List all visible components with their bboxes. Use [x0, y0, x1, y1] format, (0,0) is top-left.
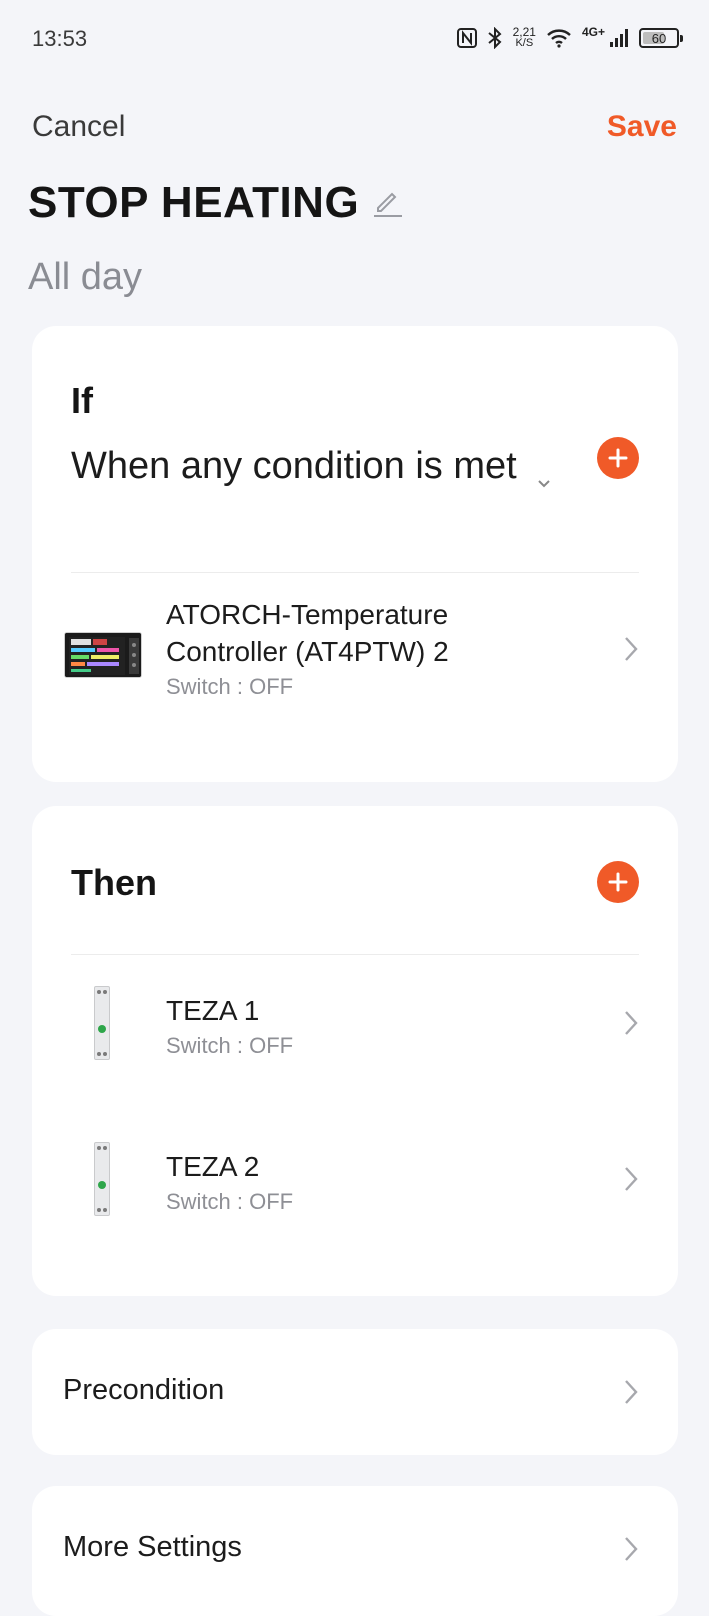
action-item[interactable]: TEZA 2 Switch : OFF: [32, 1112, 678, 1262]
plus-icon: [608, 872, 628, 892]
then-heading: Then: [71, 862, 157, 903]
status-icons: 2,21 K/S 4G+ 60: [456, 24, 683, 52]
chevron-right-icon: [624, 1010, 638, 1041]
action-item-text: TEZA 1 Switch : OFF: [166, 992, 293, 1059]
condition-device-name: ATORCH-Temperature Controller (AT4PTW) 2: [166, 599, 449, 667]
edit-icon[interactable]: [372, 186, 404, 223]
condition-mode-select[interactable]: When any condition is met: [71, 442, 551, 490]
add-condition-button[interactable]: [597, 437, 639, 479]
temperature-controller-thumbnail: [64, 632, 142, 678]
status-time: 13:53: [32, 26, 88, 51]
add-action-button[interactable]: [597, 861, 639, 903]
chevron-right-icon: [624, 1536, 638, 1567]
condition-device-status: Switch : OFF: [166, 674, 294, 699]
breaker-thumbnail: [94, 1142, 110, 1216]
page-title: STOP HEATING: [28, 178, 360, 227]
condition-item-text: ATORCH-Temperature Controller (AT4PTW) 2…: [166, 596, 506, 700]
if-card: If When any condition is met ATORCH-Temp…: [32, 326, 678, 782]
plus-icon: [608, 448, 628, 468]
precondition-row[interactable]: Precondition: [32, 1329, 678, 1455]
network-type: 4G+: [581, 25, 605, 39]
more-settings-row[interactable]: More Settings: [32, 1486, 678, 1616]
cancel-button[interactable]: Cancel: [32, 110, 125, 144]
network-speed: 2,21 K/S: [513, 26, 536, 49]
more-settings-label: More Settings: [63, 1531, 242, 1563]
breaker-thumbnail: [94, 986, 110, 1060]
action-device-name: TEZA 1: [166, 995, 260, 1026]
schedule-subtitle[interactable]: All day: [28, 256, 142, 299]
precondition-label: Precondition: [63, 1374, 225, 1406]
chevron-right-icon: [624, 1166, 638, 1197]
chevron-right-icon: [624, 636, 638, 667]
nfc-icon: [456, 28, 477, 48]
action-item[interactable]: TEZA 1 Switch : OFF: [32, 956, 678, 1106]
if-heading: If: [71, 380, 93, 421]
save-button[interactable]: Save: [607, 110, 677, 144]
action-device-status: Switch : OFF: [166, 1189, 294, 1214]
condition-item[interactable]: ATORCH-Temperature Controller (AT4PTW) 2…: [32, 572, 678, 752]
action-device-status: Switch : OFF: [166, 1033, 294, 1058]
wifi-icon: [546, 28, 572, 48]
then-card: Then TEZA 1 Switch : OFF TEZA 2 Switch :…: [32, 806, 678, 1296]
bluetooth-icon: [487, 27, 503, 49]
chevron-down-icon[interactable]: [537, 476, 551, 494]
speed-unit: K/S: [515, 37, 534, 49]
status-bar: 13:53 2,21 K/S 4G+ 60: [0, 0, 709, 80]
signal-icon: [609, 28, 629, 48]
battery-icon: 60: [639, 28, 683, 48]
chevron-right-icon: [624, 1379, 638, 1410]
divider: [71, 954, 639, 955]
action-device-name: TEZA 2: [166, 1151, 260, 1182]
battery-level: 60: [651, 30, 667, 46]
action-item-text: TEZA 2 Switch : OFF: [166, 1148, 293, 1215]
